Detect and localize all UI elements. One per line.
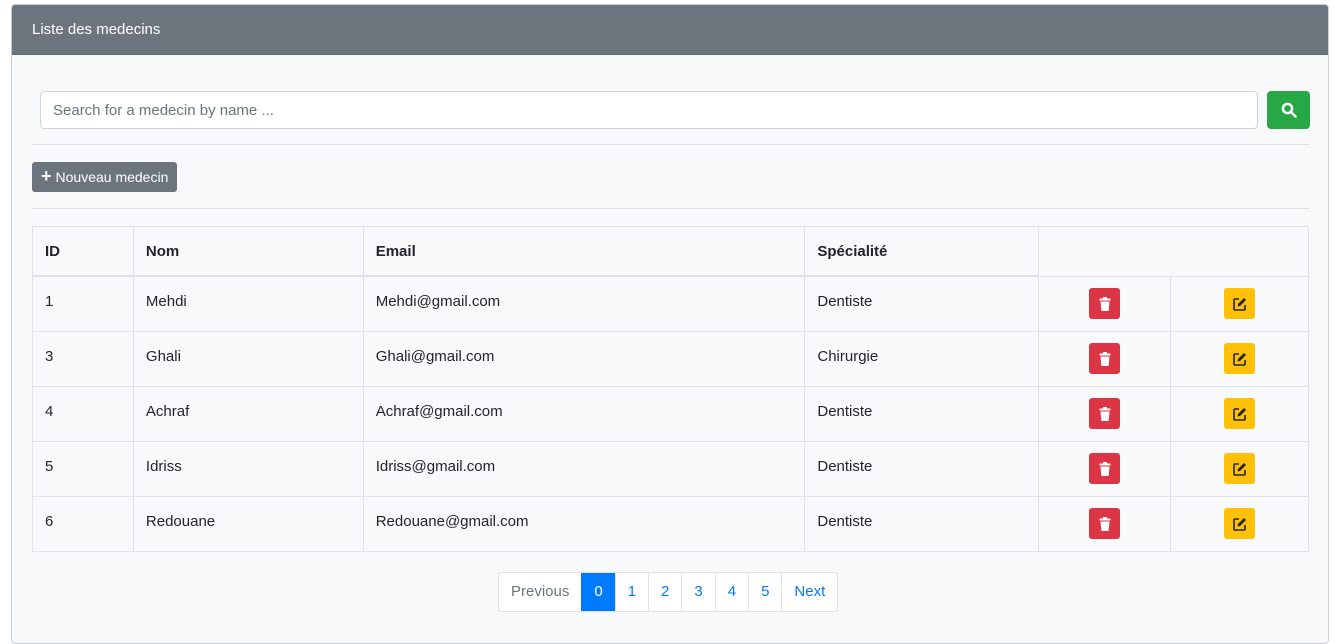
cell-nom: Ghali: [132, 330, 364, 387]
page-next[interactable]: Next: [781, 573, 837, 611]
cell-delete: [1038, 275, 1172, 332]
cell-email: Ghali@gmail.com: [362, 330, 806, 387]
cell-specialite: Chirurgie: [804, 330, 1040, 387]
medecins-card: Liste des medecins + Nouveau medecin ID …: [11, 4, 1329, 644]
edit-button[interactable]: [1224, 343, 1256, 374]
cell-id: 1: [32, 275, 134, 332]
cell-email: Mehdi@gmail.com: [362, 275, 806, 332]
cell-id: 4: [32, 385, 134, 442]
cell-id: 6: [32, 495, 134, 552]
column-header-email: Email: [362, 226, 806, 277]
edit-icon: [1232, 462, 1246, 476]
trash-icon: [1099, 296, 1111, 311]
cell-email: Achraf@gmail.com: [362, 385, 806, 442]
table-row: 6 Redouane Redouane@gmail.com Dentiste: [32, 495, 1309, 552]
pagination: Previous 0 1 2 3 4 5 Next: [498, 572, 839, 612]
edit-icon: [1232, 517, 1246, 531]
page-2[interactable]: 2: [648, 573, 681, 611]
column-header-id: ID: [32, 226, 134, 277]
edit-icon: [1232, 407, 1246, 421]
cell-nom: Achraf: [132, 385, 364, 442]
delete-button[interactable]: [1089, 508, 1121, 539]
search-bar: [40, 91, 1310, 129]
card-title: Liste des medecins: [32, 21, 161, 38]
cell-email: Redouane@gmail.com: [362, 495, 806, 552]
table-row: 1 Mehdi Mehdi@gmail.com Dentiste: [32, 275, 1309, 332]
table-row: 3 Ghali Ghali@gmail.com Chirurgie: [32, 330, 1309, 387]
table-header-row: ID Nom Email Spécialité: [32, 226, 1309, 277]
search-input[interactable]: [40, 91, 1258, 129]
edit-button[interactable]: [1224, 288, 1256, 319]
cell-edit: [1170, 275, 1309, 332]
cell-edit: [1170, 495, 1309, 552]
column-header-nom: Nom: [132, 226, 364, 277]
trash-icon: [1099, 351, 1111, 366]
cell-delete: [1038, 495, 1172, 552]
cell-email: Idriss@gmail.com: [362, 440, 806, 497]
cell-specialite: Dentiste: [804, 385, 1040, 442]
trash-icon: [1099, 461, 1111, 476]
column-header-actions: [1038, 226, 1309, 277]
cell-edit: [1170, 330, 1309, 387]
cell-specialite: Dentiste: [804, 275, 1040, 332]
cell-delete: [1038, 440, 1172, 497]
cell-specialite: Dentiste: [804, 495, 1040, 552]
cell-nom: Idriss: [132, 440, 364, 497]
delete-button[interactable]: [1089, 288, 1121, 319]
cell-id: 5: [32, 440, 134, 497]
new-medecin-button[interactable]: + Nouveau medecin: [32, 162, 178, 192]
new-medecin-label: Nouveau medecin: [55, 169, 169, 185]
cell-edit: [1170, 385, 1309, 442]
page-1[interactable]: 1: [614, 573, 648, 611]
cell-delete: [1038, 385, 1172, 442]
page-previous[interactable]: Previous: [499, 573, 581, 611]
delete-button[interactable]: [1089, 453, 1121, 484]
search-button[interactable]: [1267, 91, 1310, 129]
table-row: 4 Achraf Achraf@gmail.com Dentiste: [32, 385, 1309, 442]
cell-nom: Redouane: [132, 495, 364, 552]
trash-icon: [1099, 406, 1111, 421]
page-5[interactable]: 5: [748, 573, 781, 611]
plus-icon: +: [41, 166, 52, 186]
card-header: Liste des medecins: [12, 5, 1328, 55]
table-row: 5 Idriss Idriss@gmail.com Dentiste: [32, 440, 1309, 497]
cell-edit: [1170, 440, 1309, 497]
delete-button[interactable]: [1089, 343, 1121, 374]
cell-id: 3: [32, 330, 134, 387]
edit-icon: [1232, 297, 1246, 311]
column-header-specialite: Spécialité: [804, 226, 1040, 277]
page-4[interactable]: 4: [714, 573, 748, 611]
delete-button[interactable]: [1089, 398, 1121, 429]
divider: [32, 208, 1310, 209]
medecins-table: ID Nom Email Spécialité 1 Mehdi Mehdi@gmai…: [32, 226, 1309, 552]
page-3[interactable]: 3: [681, 573, 714, 611]
trash-icon: [1099, 516, 1111, 531]
cell-nom: Mehdi: [132, 275, 364, 332]
cell-delete: [1038, 330, 1172, 387]
edit-button[interactable]: [1224, 398, 1256, 429]
edit-icon: [1232, 352, 1246, 366]
edit-button[interactable]: [1224, 453, 1256, 484]
cell-specialite: Dentiste: [804, 440, 1040, 497]
page-0[interactable]: 0: [581, 573, 615, 611]
divider: [32, 144, 1310, 145]
edit-button[interactable]: [1224, 508, 1256, 539]
search-icon: [1281, 102, 1297, 118]
